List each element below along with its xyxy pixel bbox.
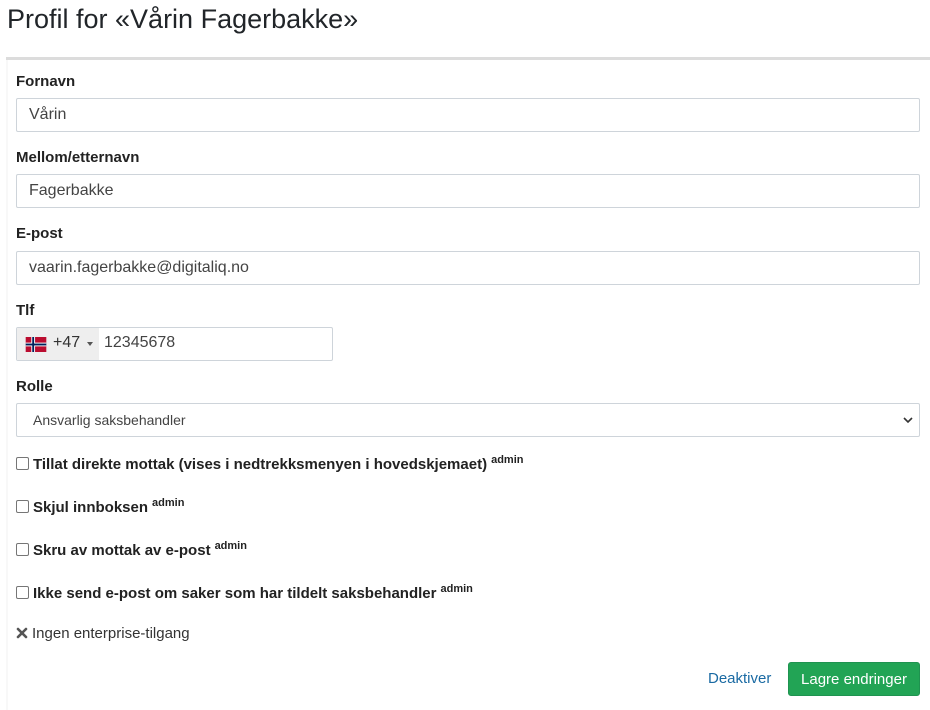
first-name-label: Fornavn: [16, 73, 76, 90]
save-button[interactable]: Lagre endringer: [788, 662, 920, 696]
admin-badge: admin: [214, 540, 247, 552]
close-icon: [16, 627, 28, 639]
role-select[interactable]: Ansvarlig saksbehandler: [16, 403, 920, 437]
enterprise-status: Ingen enterprise-tilgang: [16, 625, 190, 642]
first-name-input[interactable]: Vårin: [16, 98, 920, 132]
email-label: E-post: [16, 225, 63, 242]
email-input[interactable]: vaarin.fagerbakke@digitaliq.no: [16, 251, 920, 285]
dial-code: +47: [53, 334, 81, 351]
admin-badge: admin: [152, 497, 185, 509]
chevron-down-icon: [903, 417, 913, 424]
role-selected-value: Ansvarlig saksbehandler: [33, 412, 186, 428]
norway-flag-icon: [25, 337, 47, 352]
phone-number-input[interactable]: 12345678: [104, 334, 175, 352]
hide-inbox-checkbox[interactable]: [16, 500, 29, 513]
last-name-label: Mellom/etternavn: [16, 149, 140, 166]
last-name-input[interactable]: Fagerbakke: [16, 174, 920, 208]
no-assigned-email-label: Ikke send e-post om saker som har tildel…: [33, 583, 473, 602]
enterprise-status-text: Ingen enterprise-tilgang: [32, 625, 190, 642]
deactivate-link[interactable]: Deaktiver: [708, 670, 771, 687]
profile-form-panel: [6, 60, 930, 710]
phone-label: Tlf: [16, 302, 35, 319]
page-title: Profil for «Vårin Fagerbakke»: [7, 4, 359, 34]
country-code-select[interactable]: +47: [17, 328, 99, 360]
phone-field: +47 12345678: [16, 327, 333, 361]
admin-badge: admin: [491, 454, 524, 466]
caret-down-icon: [87, 342, 93, 346]
admin-badge: admin: [440, 583, 473, 595]
disable-email-intake-label: Skru av mottak av e-post admin: [33, 540, 247, 559]
hide-inbox-label: Skjul innboksen admin: [33, 497, 185, 516]
no-assigned-email-checkbox[interactable]: [16, 586, 29, 599]
direct-intake-label: Tillat direkte mottak (vises i nedtrekks…: [33, 454, 524, 473]
role-label: Rolle: [16, 378, 53, 395]
direct-intake-checkbox[interactable]: [16, 457, 29, 470]
profile-form-body: [8, 60, 930, 710]
disable-email-intake-checkbox[interactable]: [16, 543, 29, 556]
